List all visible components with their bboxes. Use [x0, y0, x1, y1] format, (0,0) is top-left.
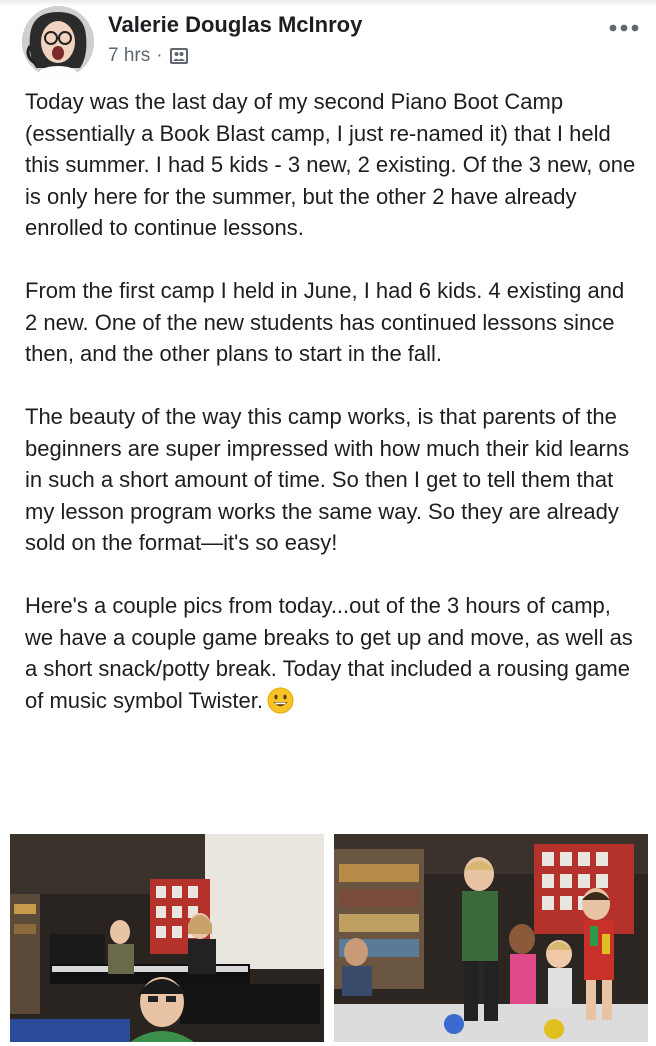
meta-separator: · — [156, 45, 163, 66]
post-meta: 7 hrs · — [108, 44, 189, 68]
post-paragraph: From the first camp I held in June, I ha… — [25, 278, 625, 366]
post-paragraph-last: Here's a couple pics from today...out of… — [25, 590, 637, 716]
twister-game-photo[interactable] — [334, 834, 648, 1042]
post-header: Valerie Douglas McInroy 7 hrs · — [22, 6, 642, 78]
post-timestamp[interactable]: 7 hrs — [108, 45, 150, 67]
more-options-button[interactable] — [606, 14, 642, 42]
avatar[interactable] — [22, 6, 94, 78]
author-name[interactable]: Valerie Douglas McInroy — [108, 12, 362, 38]
group-audience-icon[interactable] — [169, 47, 189, 65]
photo-image — [10, 834, 324, 1042]
post-paragraph: The beauty of the way this camp works, i… — [25, 404, 630, 555]
more-horizontal-icon — [609, 24, 639, 32]
photo-image — [334, 834, 648, 1042]
post-paragraph-text: Here's a couple pics from today...out of… — [25, 593, 633, 713]
post-paragraph: Today was the last day of my second Pian… — [25, 89, 636, 240]
piano-lab-photo[interactable] — [10, 834, 324, 1042]
post-body: Today was the last day of my second Pian… — [25, 86, 637, 716]
avatar-image — [22, 6, 94, 78]
facebook-post: Valerie Douglas McInroy 7 hrs · Today wa… — [0, 0, 656, 1046]
grinning-face-emoji — [267, 687, 294, 714]
